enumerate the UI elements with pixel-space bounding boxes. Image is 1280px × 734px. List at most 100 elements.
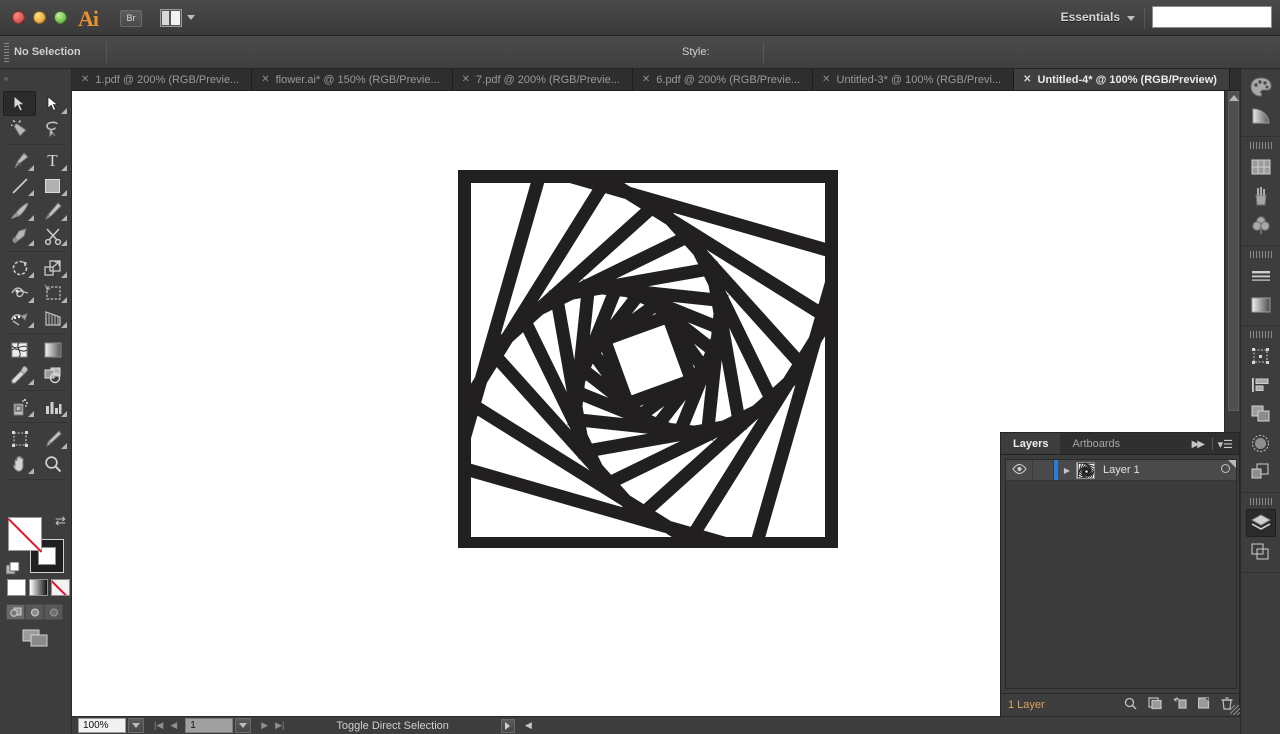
- artboards-panel-icon[interactable]: [1246, 538, 1276, 566]
- align-panel-icon[interactable]: [1246, 371, 1276, 399]
- close-tab-icon[interactable]: ✕: [462, 74, 470, 85]
- document-tab[interactable]: ✕ 6.pdf @ 200% (RGB/Previe...: [632, 69, 814, 90]
- change-screen-mode-button[interactable]: [22, 629, 50, 647]
- none-mode-button[interactable]: [51, 579, 70, 596]
- close-tab-icon[interactable]: ✕: [1023, 74, 1031, 85]
- color-mode-button[interactable]: [7, 579, 26, 596]
- layers-list[interactable]: ▶ Layer 1: [1005, 459, 1237, 689]
- swatches-panel-icon[interactable]: [1246, 153, 1276, 181]
- zoom-tool[interactable]: [36, 451, 69, 476]
- next-artboard-icon[interactable]: ▶: [261, 720, 268, 731]
- search-input[interactable]: [1152, 6, 1272, 28]
- lasso-tool[interactable]: [36, 116, 69, 141]
- scroll-up-icon[interactable]: [1229, 95, 1239, 101]
- arrange-documents-button[interactable]: [160, 9, 182, 27]
- fill-color-indicator[interactable]: [8, 517, 42, 551]
- transform-panel-icon[interactable]: [1246, 342, 1276, 370]
- layer-row[interactable]: ▶ Layer 1: [1006, 460, 1236, 481]
- layer-visibility-icon[interactable]: [1006, 463, 1032, 477]
- stroke-panel-icon[interactable]: [1246, 262, 1276, 290]
- artboard-artwork[interactable]: [458, 170, 838, 548]
- color-guide-icon[interactable]: [1246, 102, 1276, 130]
- direct-selection-tool[interactable]: [36, 91, 69, 116]
- selection-tool[interactable]: [3, 91, 36, 116]
- close-window-button[interactable]: [12, 11, 25, 24]
- close-tab-icon[interactable]: ✕: [261, 74, 269, 85]
- eyedropper-tool[interactable]: [3, 362, 36, 387]
- close-tab-icon[interactable]: ✕: [81, 74, 89, 85]
- width-tool[interactable]: [3, 280, 36, 305]
- layers-panel-icon[interactable]: [1245, 509, 1276, 537]
- rectangle-tool[interactable]: [36, 173, 69, 198]
- document-tab[interactable]: ✕ 1.pdf @ 200% (RGB/Previe...: [72, 69, 253, 90]
- control-bar-grip[interactable]: [4, 43, 9, 62]
- color-mode-buttons[interactable]: [7, 579, 70, 596]
- document-tab[interactable]: ✕ 7.pdf @ 200% (RGB/Previe...: [452, 69, 633, 90]
- layer-lock-toggle[interactable]: [1032, 460, 1054, 480]
- gradient-tool[interactable]: [36, 337, 69, 362]
- draw-behind-button[interactable]: [25, 604, 44, 620]
- artboard-nav-next-last[interactable]: ▶ ▶|: [261, 720, 284, 731]
- locate-object-icon[interactable]: [1124, 697, 1137, 713]
- document-tab[interactable]: ✕ Untitled-4* @ 100% (RGB/Preview): [1014, 69, 1230, 90]
- dock-group-grip[interactable]: [1249, 498, 1272, 505]
- appearance-panel-icon[interactable]: [1246, 458, 1276, 486]
- scale-tool[interactable]: [36, 255, 69, 280]
- vertical-scroll-thumb[interactable]: [1228, 91, 1239, 411]
- artboard-number-dropdown[interactable]: [235, 718, 252, 733]
- dock-group-grip[interactable]: [1249, 142, 1272, 149]
- brushes-panel-icon[interactable]: [1246, 182, 1276, 210]
- draw-mode-buttons[interactable]: [6, 604, 63, 620]
- blob-brush-tool[interactable]: [3, 223, 36, 248]
- draw-normal-button[interactable]: [6, 604, 25, 620]
- magic-wand-tool[interactable]: [3, 116, 36, 141]
- create-new-layer-icon[interactable]: [1197, 697, 1210, 713]
- free-transform-tool[interactable]: [36, 280, 69, 305]
- zoom-level-dropdown[interactable]: [128, 718, 144, 733]
- artboard-nav-first-prev[interactable]: |◀ ◀: [154, 720, 177, 731]
- tools-panel-grip[interactable]: «: [2, 71, 70, 83]
- scroll-left-icon[interactable]: ◀: [525, 720, 532, 731]
- mesh-tool[interactable]: [3, 337, 36, 362]
- dock-group-grip[interactable]: [1249, 251, 1272, 258]
- document-tab[interactable]: ✕ Untitled-3* @ 100% (RGB/Previ...: [813, 69, 1015, 90]
- rotate-tool[interactable]: [3, 255, 36, 280]
- status-display-menu[interactable]: [500, 718, 515, 733]
- paintbrush-tool[interactable]: [3, 198, 36, 223]
- default-fill-stroke-icon[interactable]: [6, 562, 20, 576]
- document-tab[interactable]: ✕ flower.ai* @ 150% (RGB/Previe...: [252, 69, 453, 90]
- perspective-grid-tool[interactable]: [36, 305, 69, 330]
- panel-menu-icon[interactable]: ▾☰: [1218, 438, 1233, 451]
- transparency-panel-icon[interactable]: [1246, 429, 1276, 457]
- artboard-tool[interactable]: [3, 426, 36, 451]
- symbol-sprayer-tool[interactable]: [3, 394, 36, 419]
- close-tab-icon[interactable]: ✕: [642, 74, 650, 85]
- previous-artboard-icon[interactable]: ◀: [170, 720, 177, 731]
- close-tab-icon[interactable]: ✕: [822, 74, 830, 85]
- gradient-mode-button[interactable]: [29, 579, 48, 596]
- layers-panel-tab[interactable]: Artboards: [1060, 433, 1132, 454]
- panel-resize-handle[interactable]: [1230, 705, 1240, 715]
- hand-tool[interactable]: [3, 451, 36, 476]
- line-segment-tool[interactable]: [3, 173, 36, 198]
- bridge-button[interactable]: Br: [120, 10, 142, 27]
- chevron-down-icon[interactable]: [187, 15, 195, 20]
- window-controls[interactable]: [12, 11, 67, 24]
- draw-inside-button[interactable]: [44, 604, 63, 620]
- blend-tool[interactable]: [36, 362, 69, 387]
- symbols-panel-icon[interactable]: [1246, 211, 1276, 239]
- zoom-level-value[interactable]: 100%: [78, 718, 126, 733]
- fill-stroke-controls[interactable]: ⇄: [6, 513, 66, 576]
- dock-group-grip[interactable]: [1249, 331, 1272, 338]
- column-graph-tool[interactable]: [36, 394, 69, 419]
- maximize-window-button[interactable]: [54, 11, 67, 24]
- expand-panels-icon[interactable]: ▶▶: [1192, 439, 1205, 450]
- color-panel-icon[interactable]: [1246, 73, 1276, 101]
- first-artboard-icon[interactable]: |◀: [154, 720, 163, 731]
- workspace-switcher[interactable]: Essentials: [1061, 10, 1120, 24]
- chevron-down-icon[interactable]: [1127, 16, 1135, 21]
- slice-tool[interactable]: [36, 426, 69, 451]
- shape-builder-tool[interactable]: [3, 305, 36, 330]
- make-clipping-mask-icon[interactable]: [1148, 697, 1162, 713]
- gradient-panel-icon[interactable]: [1246, 291, 1276, 319]
